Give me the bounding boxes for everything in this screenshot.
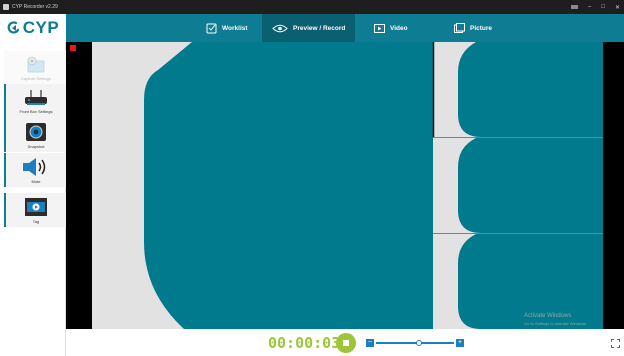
sidebar-item-label: Snapshot [27, 143, 45, 149]
sidebar-item-label: Tag [32, 218, 40, 224]
main-tile-shape [144, 42, 433, 329]
preview-area[interactable] [66, 42, 624, 329]
recording-timer: 00:00:03 [268, 334, 341, 352]
sidebar: Capture Settings Front Box Settings Snap… [0, 42, 66, 356]
window-controls: – □ ✕ [571, 0, 620, 14]
tab-label: Picture [470, 24, 493, 32]
tab-label: Worklist [222, 24, 248, 32]
zoom-slider-thumb[interactable] [415, 340, 422, 346]
tile-2-shape [458, 138, 603, 233]
tab-picture[interactable]: Picture [444, 14, 502, 42]
zoom-out-button[interactable]: − [366, 339, 374, 347]
tab-preview-record[interactable]: Preview / Record [262, 14, 356, 42]
activation-watermark: Activate Windows Go to Settings to activ… [524, 312, 587, 328]
app-icon [3, 4, 9, 10]
recording-indicator [70, 45, 76, 51]
eye-icon [272, 24, 288, 33]
stop-record-button[interactable] [336, 333, 356, 353]
minimize-button[interactable]: – [588, 4, 591, 10]
sidebar-item-label: Capture Settings [21, 75, 51, 81]
picture-icon [454, 23, 465, 33]
tray-icon [571, 5, 578, 9]
camera-icon [26, 122, 46, 141]
capture-settings-icon [27, 56, 45, 72]
logo-text: CYP [22, 18, 60, 37]
watermark-subtitle: Go to Settings to activate Windows. [524, 321, 588, 326]
tab-worklist[interactable]: Worklist [196, 14, 258, 42]
sidebar-item-snapshot[interactable]: Snapshot [4, 118, 66, 152]
preview-video [92, 42, 603, 329]
tab-label: Video [390, 24, 408, 32]
tab-video[interactable]: Video [364, 14, 418, 42]
sidebar-item-mute[interactable]: Mute [4, 153, 66, 187]
sidebar-item-front-box-settings[interactable]: Front Box Settings [4, 84, 66, 118]
tile-1-shape [458, 42, 603, 137]
sidebar-item-label: Front Box Settings [19, 108, 53, 114]
maximize-button[interactable]: □ [601, 4, 605, 10]
stop-icon [343, 340, 349, 346]
sidebar-item-label: Mute [31, 178, 41, 184]
logo-area: CYP [0, 14, 66, 42]
sidebar-item-capture-settings[interactable]: Capture Settings [4, 51, 66, 85]
zoom-in-button[interactable]: + [456, 339, 464, 347]
close-button[interactable]: ✕ [615, 4, 620, 11]
title-bar: CYP Recorder v2.29 – □ ✕ [0, 0, 624, 14]
speaker-icon [23, 157, 46, 176]
cyp-logo-icon [7, 21, 19, 34]
window-title: CYP Recorder v2.29 [12, 4, 58, 10]
logo: CYP [7, 18, 59, 38]
router-icon [25, 89, 47, 105]
fullscreen-icon[interactable] [611, 339, 620, 348]
watermark-title: Activate Windows [524, 313, 572, 319]
app-window: CYP Recorder v2.29 – □ ✕ CYP Worklist Pr… [0, 0, 624, 356]
tab-label: Preview / Record [293, 24, 346, 32]
sidebar-item-tag[interactable]: Tag [4, 193, 66, 227]
tag-clip-icon [25, 197, 47, 216]
checklist-icon [206, 23, 217, 34]
play-icon [374, 23, 385, 33]
